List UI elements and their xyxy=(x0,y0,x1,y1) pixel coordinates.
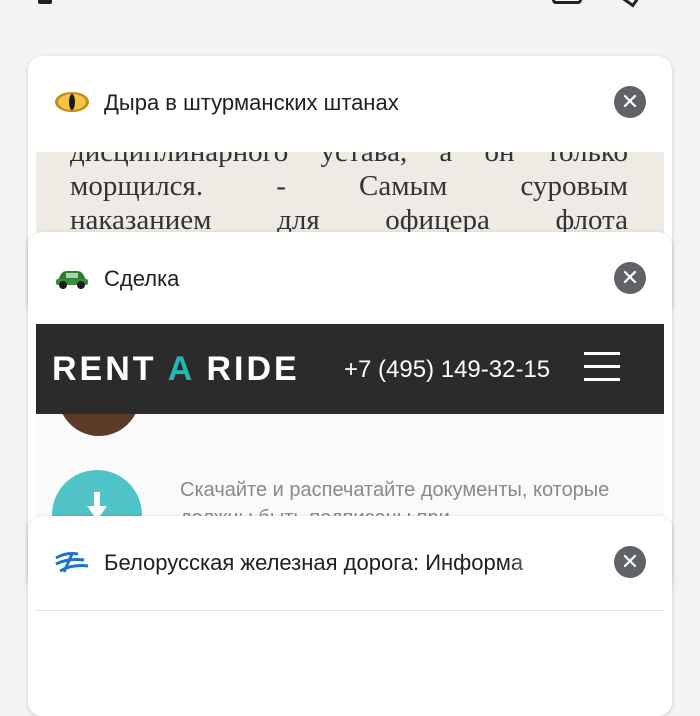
close-tab-button[interactable]: ✕ xyxy=(614,262,646,294)
status-icon xyxy=(38,0,52,4)
site-header: RENT A RIDE +7 (495) 149-32-15 xyxy=(36,324,664,414)
menu-icon[interactable] xyxy=(584,352,620,382)
page-preview xyxy=(36,610,664,716)
status-bar xyxy=(0,0,700,10)
tab-title: Сделка xyxy=(104,266,180,291)
logo-accent: A xyxy=(167,350,195,388)
close-tab-button[interactable]: ✕ xyxy=(614,86,646,118)
tab-card[interactable]: Белорусская железная дорога: Информа ✕ xyxy=(28,516,672,716)
tab-header: Белорусская железная дорога: Информа ✕ xyxy=(28,516,672,606)
close-tab-button[interactable]: ✕ xyxy=(614,546,646,578)
signal-icon xyxy=(618,0,644,8)
green-car-icon xyxy=(56,271,88,289)
tab-header: Дыра в штурманских штанах ✕ xyxy=(28,56,672,146)
preview-text-line: морщился. - Самым суровым xyxy=(70,170,628,202)
logo-text: RIDE xyxy=(194,350,300,388)
cat-eye-icon xyxy=(55,92,89,112)
preview-text-line: дисциплинарного устава, а он только xyxy=(70,152,628,168)
site-phone: +7 (495) 149-32-15 xyxy=(344,356,551,383)
tab-title: Дыра в штурманских штанах xyxy=(104,90,399,115)
tab-header: Сделка ✕ xyxy=(28,232,672,322)
battery-icon xyxy=(552,0,582,4)
tab-title: Белорусская железная дорога: Информа xyxy=(104,550,524,575)
railway-logo-icon xyxy=(55,552,89,573)
site-logo: RENT A RIDE xyxy=(52,350,300,389)
logo-text: RENT xyxy=(52,350,168,388)
